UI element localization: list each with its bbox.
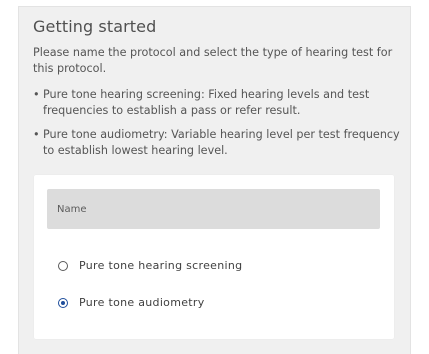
bullet-text: Pure tone audiometry: Variable hearing l…: [43, 128, 400, 157]
radio-unselected-icon[interactable]: [58, 260, 68, 271]
radio-option-pure-tone-hearing-screening[interactable]: Pure tone hearing screening: [58, 259, 242, 272]
section-intro: Please name the protocol and select the …: [33, 46, 393, 75]
bullet-icon: •: [33, 128, 40, 141]
test-type-descriptions: • Pure tone hearing screening: Fixed hea…: [33, 87, 403, 167]
getting-started-panel: Getting started Please name the protocol…: [18, 6, 411, 354]
radio-label: Pure tone audiometry: [79, 296, 205, 309]
section-title: Getting started: [33, 17, 157, 36]
protocol-form-card: Pure tone hearing screening Pure tone au…: [34, 175, 394, 339]
radio-option-pure-tone-audiometry[interactable]: Pure tone audiometry: [58, 296, 205, 309]
radio-label: Pure tone hearing screening: [79, 259, 243, 272]
bullet-item-screening: • Pure tone hearing screening: Fixed hea…: [33, 87, 403, 119]
bullet-text: Pure tone hearing screening: Fixed heari…: [43, 88, 370, 117]
radio-selected-icon[interactable]: [58, 297, 68, 308]
bullet-icon: •: [33, 88, 40, 101]
bullet-item-audiometry: • Pure tone audiometry: Variable hearing…: [33, 127, 403, 159]
protocol-name-input[interactable]: [47, 189, 380, 229]
